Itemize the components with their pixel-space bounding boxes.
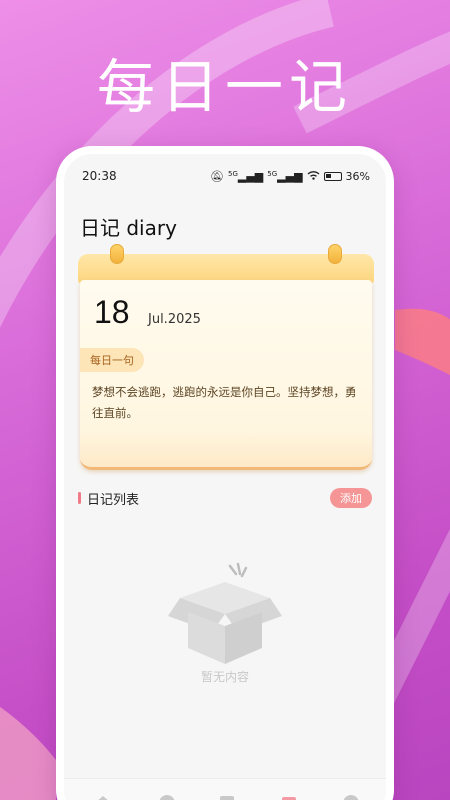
daily-calendar-card: 18 Jul.2025 每日一句 梦想不会逃跑，逃跑的永远是你自己。坚持梦想，勇… [78,244,374,470]
wifi-icon [307,170,320,183]
status-time: 20:38 [82,169,117,183]
battery-icon [323,171,342,181]
diary-list-header: 日记列表 添加 [78,488,372,508]
calendar-month-year: Jul.2025 [148,312,201,327]
calendar-page: 18 Jul.2025 每日一句 梦想不会逃跑，逃跑的永远是你自己。坚持梦想，勇… [80,280,372,470]
signal-5g-icon: 5G▂▄▆ [227,169,264,183]
daily-quote-label: 每日一句 [80,348,144,372]
diary-list-title-group: 日记列表 [78,489,139,508]
discover-icon[interactable] [158,793,176,800]
app-screen: 20:38 🔕︎ 5G▂▄▆ 5G▂▄▆ 36% 日记 diary 18 Jul… [64,154,386,800]
section-accent-bar [78,492,81,504]
profile-icon[interactable] [342,793,360,800]
daily-quote-text: 梦想不会逃跑，逃跑的永远是你自己。坚持梦想，勇往直前。 [92,385,357,420]
status-icons: 🔕︎ 5G▂▄▆ 5G▂▄▆ 36% [210,170,370,183]
calendar-day: 18 [94,294,130,330]
note-icon[interactable] [218,793,236,800]
calendar-ring-right [328,244,342,264]
empty-state-text: 暂无内容 [200,670,249,684]
bottom-tab-bar [64,778,386,800]
diary-list-title: 日记列表 [87,492,140,508]
mute-icon: 🔕︎ [210,169,224,183]
calendar-icon[interactable] [280,793,298,800]
add-diary-button[interactable]: 添加 [330,488,372,508]
battery-level: 36% [345,169,370,183]
calendar-ring-left [110,244,124,264]
empty-box-icon [168,562,282,664]
promo-headline: 每日一记 [96,53,353,121]
phone-frame: 20:38 🔕︎ 5G▂▄▆ 5G▂▄▆ 36% 日记 diary 18 Jul… [56,146,394,800]
signal-5g-icon: 5G▂▄▆ [267,169,303,183]
status-bar: 20:38 🔕︎ 5G▂▄▆ 5G▂▄▆ 36% [82,168,370,184]
app-title: 日记 diary [80,216,177,240]
home-icon[interactable] [94,793,112,800]
